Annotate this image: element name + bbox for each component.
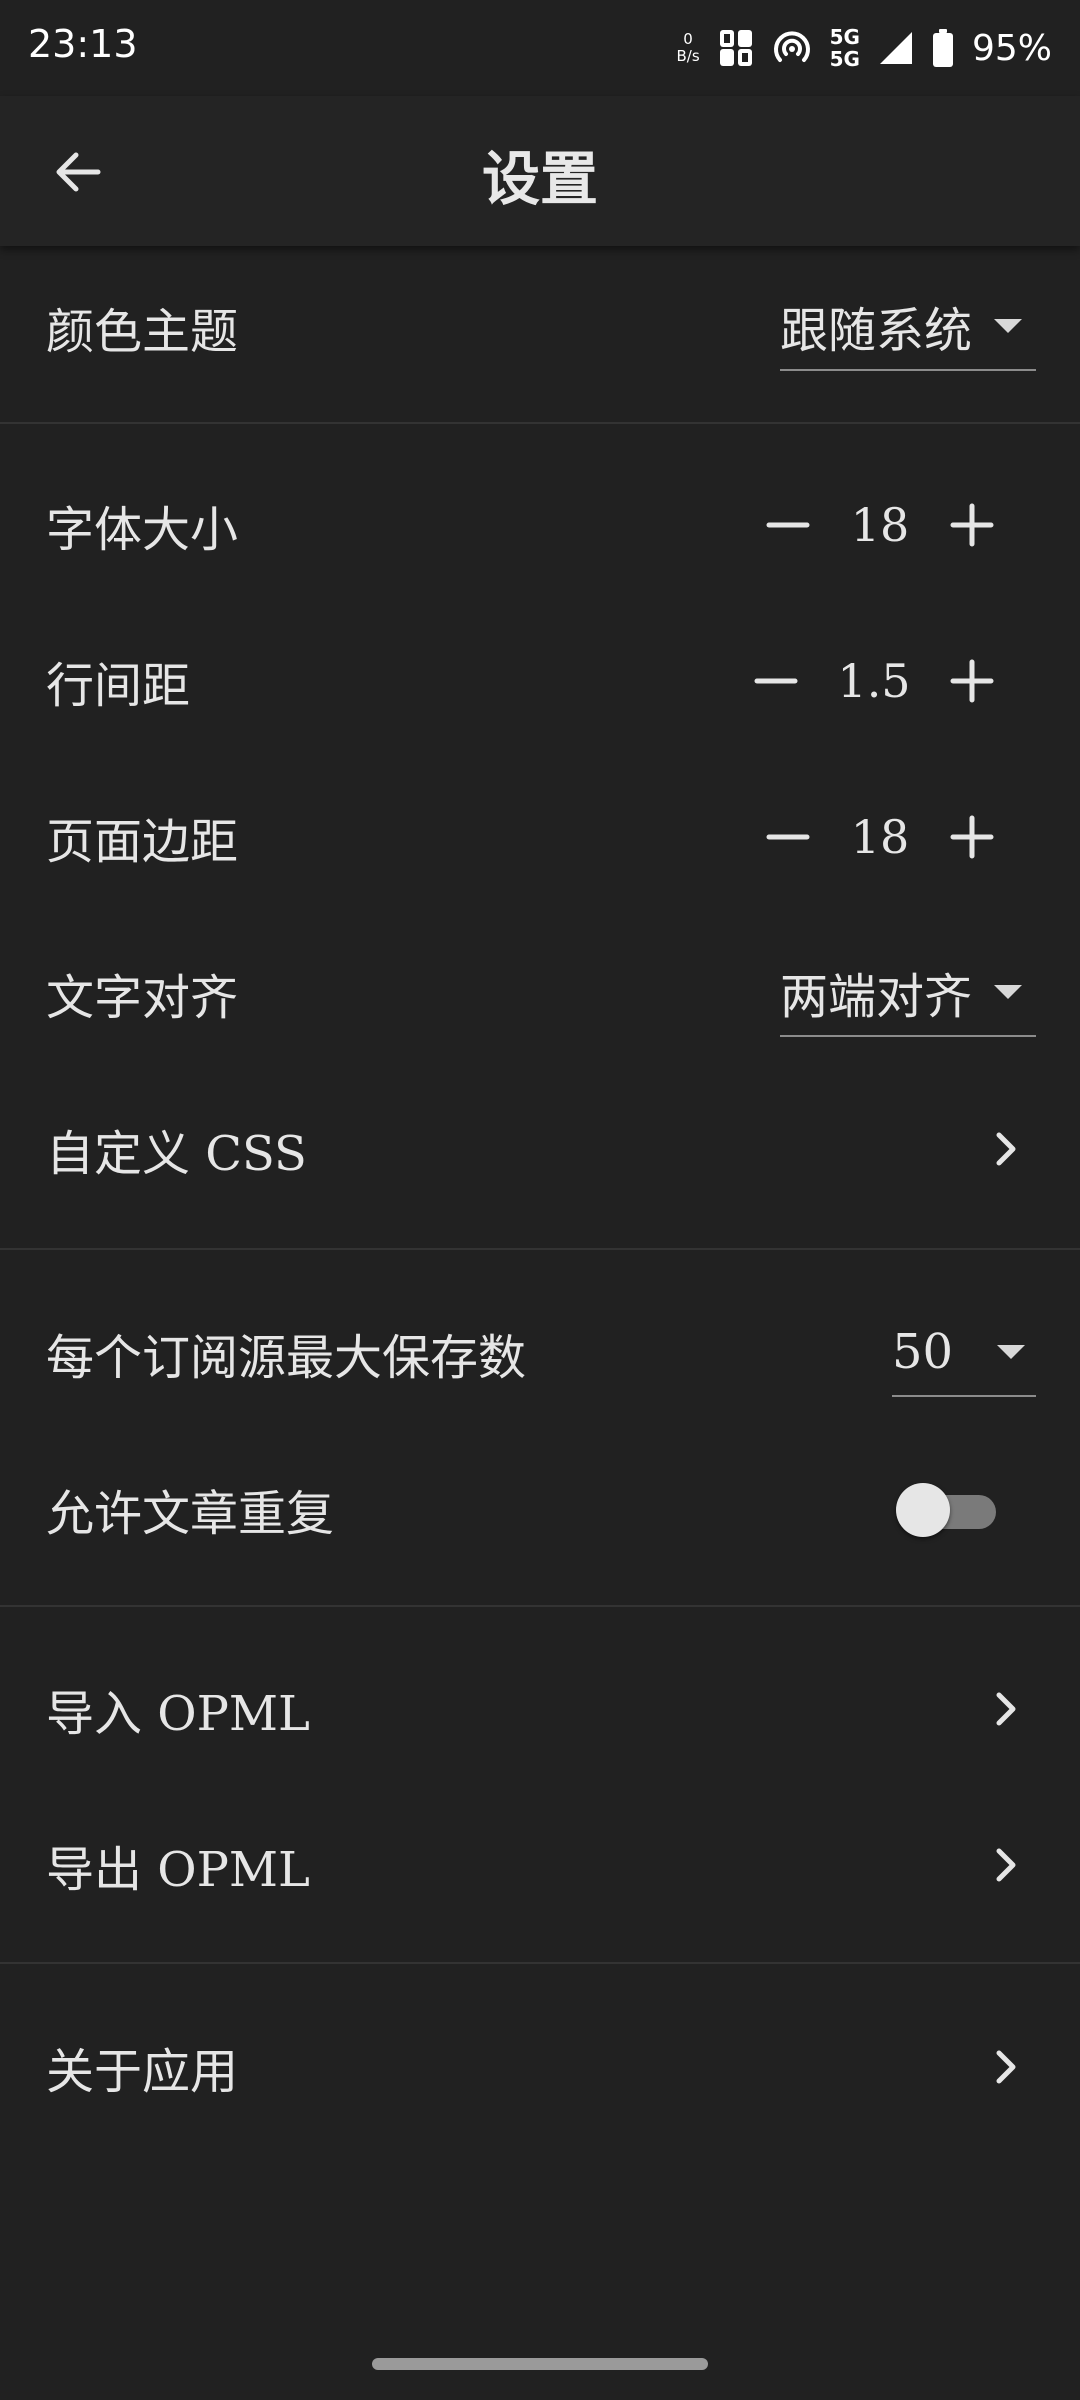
setting-theme-label: 颜色主题 xyxy=(46,304,239,360)
setting-about[interactable]: 关于应用 xyxy=(0,1992,1080,2142)
text-align-dropdown[interactable]: 两端对齐 xyxy=(780,949,1036,1037)
setting-line-spacing-label: 行间距 xyxy=(46,658,191,714)
minus-icon xyxy=(754,678,798,684)
setting-export-opml[interactable]: 导出 OPML xyxy=(0,1790,1080,1940)
font-size-stepper: 18 xyxy=(758,480,1002,570)
page-margin-value: 18 xyxy=(850,810,910,864)
minus-icon xyxy=(766,834,810,840)
net-speed-value: 0 xyxy=(683,30,693,48)
net-speed-unit: B/s xyxy=(676,47,700,65)
max-saved-dropdown[interactable]: 50 xyxy=(892,1309,1036,1397)
font-size-decrease-button[interactable] xyxy=(758,495,818,555)
setting-text-align: 文字对齐 两端对齐 xyxy=(0,918,1080,1068)
signal-icon xyxy=(879,32,912,64)
setting-max-saved: 每个订阅源最大保存数 50 xyxy=(0,1278,1080,1428)
hotspot-icon xyxy=(773,31,810,62)
setting-theme: 颜色主题 跟随系统 xyxy=(0,252,1080,402)
divider xyxy=(0,422,1080,424)
home-indicator[interactable] xyxy=(372,2358,708,2370)
plus-icon xyxy=(950,815,994,859)
theme-dropdown-value: 跟随系统 xyxy=(780,303,973,359)
toggle-thumb xyxy=(896,1483,950,1537)
network-type-indicator: 5G 5G xyxy=(830,26,860,70)
status-bar: 23:13 0 B/s 5G 5G 95% xyxy=(0,0,1080,96)
chevron-right-icon xyxy=(986,1125,1026,1173)
page-margin-stepper: 18 xyxy=(758,792,1002,882)
nfc-icon xyxy=(719,30,752,66)
line-spacing-stepper: 1.5 xyxy=(746,636,1002,726)
max-saved-dropdown-value: 50 xyxy=(892,1324,954,1380)
chevron-right-icon xyxy=(986,2043,1026,2091)
page-title: 设置 xyxy=(481,145,598,213)
status-icons: 0 B/s 5G 5G 95% xyxy=(676,18,1052,78)
setting-allow-duplicate-label: 允许文章重复 xyxy=(46,1486,335,1542)
setting-import-opml[interactable]: 导入 OPML xyxy=(0,1634,1080,1784)
line-spacing-value: 1.5 xyxy=(837,654,911,708)
setting-custom-css-label: 自定义 CSS xyxy=(46,1126,307,1182)
text-align-dropdown-value: 两端对齐 xyxy=(780,969,973,1025)
battery-icon xyxy=(932,29,953,67)
plus-icon xyxy=(950,659,994,703)
setting-custom-css[interactable]: 自定义 CSS xyxy=(0,1074,1080,1224)
page-margin-decrease-button[interactable] xyxy=(758,807,818,867)
chevron-right-icon xyxy=(986,1841,1026,1889)
allow-duplicate-toggle[interactable] xyxy=(896,1481,1000,1537)
setting-max-saved-label: 每个订阅源最大保存数 xyxy=(46,1330,527,1386)
font-size-increase-button[interactable] xyxy=(942,495,1002,555)
plus-icon xyxy=(950,503,994,547)
net-speed-indicator: 0 B/s xyxy=(676,31,699,65)
chevron-right-icon xyxy=(986,1685,1026,1733)
setting-text-align-label: 文字对齐 xyxy=(46,970,239,1026)
divider xyxy=(0,1962,1080,1964)
setting-line-spacing: 行间距 1.5 xyxy=(0,606,1080,756)
minus-icon xyxy=(766,522,810,528)
setting-export-opml-label: 导出 OPML xyxy=(46,1842,310,1898)
network-type-top: 5G xyxy=(829,25,860,49)
divider xyxy=(0,1248,1080,1250)
theme-dropdown[interactable]: 跟随系统 xyxy=(780,283,1036,371)
setting-about-label: 关于应用 xyxy=(46,2044,239,2100)
line-spacing-decrease-button[interactable] xyxy=(746,651,806,711)
setting-font-size: 字体大小 18 xyxy=(0,450,1080,600)
network-type-bottom: 5G xyxy=(829,47,860,71)
app-bar: 设置 xyxy=(0,96,1080,246)
line-spacing-increase-button[interactable] xyxy=(942,651,1002,711)
setting-font-size-label: 字体大小 xyxy=(46,502,239,558)
caret-down-icon xyxy=(994,985,1023,999)
font-size-value: 18 xyxy=(850,498,910,552)
caret-down-icon xyxy=(997,1345,1026,1359)
status-time: 23:13 xyxy=(28,22,138,66)
setting-import-opml-label: 导入 OPML xyxy=(46,1686,310,1742)
battery-percentage: 95% xyxy=(971,27,1052,69)
page-margin-increase-button[interactable] xyxy=(942,807,1002,867)
caret-down-icon xyxy=(994,319,1023,333)
setting-allow-duplicate: 允许文章重复 xyxy=(0,1434,1080,1584)
divider xyxy=(0,1605,1080,1607)
setting-page-margin: 页面边距 18 xyxy=(0,762,1080,912)
setting-page-margin-label: 页面边距 xyxy=(46,814,239,870)
